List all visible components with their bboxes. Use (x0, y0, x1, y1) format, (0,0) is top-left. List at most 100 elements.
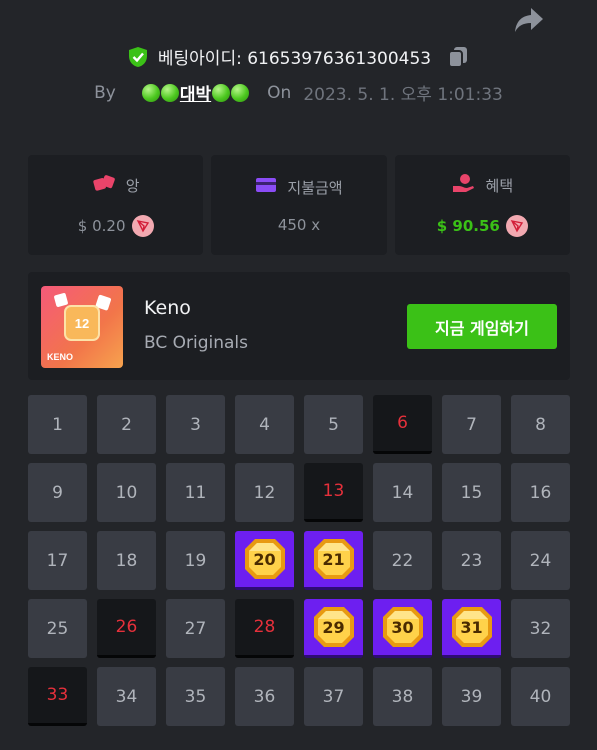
cell-number: 37 (322, 686, 345, 707)
cell-number: 11 (184, 482, 207, 503)
cell-number: 8 (535, 414, 546, 435)
keno-cell-20: 20 (235, 531, 294, 590)
cell-number: 34 (115, 686, 138, 707)
cell-number: 4 (259, 414, 270, 435)
cell-number: 30 (391, 617, 414, 637)
keno-cell-23: 23 (442, 531, 501, 590)
keno-cell-30: 30 (373, 599, 432, 658)
keno-cell-37: 37 (304, 667, 363, 726)
cell-number: 7 (466, 414, 477, 435)
stat-bet-amount: 앙 $ 0.20 (28, 155, 204, 255)
keno-cell-32: 32 (511, 599, 570, 658)
game-provider: BC Originals (144, 333, 249, 353)
keno-cell-14: 14 (373, 463, 432, 522)
keno-cell-34: 34 (97, 667, 156, 726)
green-ball-icon (212, 83, 231, 102)
stat-value: 450 x (277, 216, 321, 234)
keno-cell-22: 22 (373, 531, 432, 590)
keno-cell-16: 16 (511, 463, 570, 522)
bet-id-row: 베팅아이디: 61653976361300453 (0, 44, 597, 69)
cell-number: 10 (115, 482, 138, 503)
cell-number: 40 (529, 686, 552, 707)
username-link[interactable]: 대박 (141, 80, 250, 105)
thumb-number: 12 (75, 316, 89, 331)
cell-number: 20 (253, 549, 276, 569)
trx-coin-icon (505, 215, 528, 237)
keno-cell-25: 25 (28, 599, 87, 658)
gem-icon: 20 (243, 537, 287, 581)
keno-cell-26: 26 (97, 599, 156, 658)
stat-value: $ 0.20 (77, 217, 126, 235)
cell-number: 17 (46, 550, 69, 571)
cell-number: 22 (391, 550, 414, 571)
stat-label: 앙 (125, 176, 140, 195)
author-row: By 대박 On 2023. 5. 1. 오후 1:01:33 (0, 80, 597, 106)
keno-cell-35: 35 (166, 667, 225, 726)
keno-cell-5: 5 (304, 395, 363, 454)
cell-number: 12 (253, 482, 276, 503)
dice-icon (92, 173, 116, 197)
stat-label: 지불금액 (287, 178, 343, 197)
cell-number: 38 (391, 686, 414, 707)
keno-cell-15: 15 (442, 463, 501, 522)
cell-number: 21 (322, 549, 345, 569)
green-ball-icon (160, 83, 179, 102)
cell-number: 15 (460, 482, 483, 503)
keno-cell-7: 7 (442, 395, 501, 454)
keno-cell-28: 28 (235, 599, 294, 658)
keno-cell-21: 21 (304, 531, 363, 590)
keno-cell-8: 8 (511, 395, 570, 454)
keno-cell-13: 13 (304, 463, 363, 522)
keno-cell-19: 19 (166, 531, 225, 590)
cell-number: 33 (46, 685, 69, 705)
cell-number: 31 (460, 617, 483, 637)
green-ball-icon (141, 83, 160, 102)
cell-number: 16 (529, 482, 552, 503)
keno-cell-11: 11 (166, 463, 225, 522)
copy-icon[interactable] (447, 45, 469, 69)
keno-cell-29: 29 (304, 599, 363, 658)
gem-icon: 31 (450, 605, 494, 649)
play-now-button[interactable]: 지금 게임하기 (407, 304, 557, 349)
keno-cell-40: 40 (511, 667, 570, 726)
bet-id-label: 베팅아이디: 61653976361300453 (157, 49, 432, 69)
stat-label: 혜택 (485, 176, 514, 195)
game-title: Keno (144, 297, 191, 319)
cell-number: 3 (190, 414, 201, 435)
cell-number: 36 (253, 686, 276, 707)
gem-icon: 29 (312, 605, 356, 649)
keno-cell-27: 27 (166, 599, 225, 658)
keno-thumbnail[interactable]: 12 KENO (41, 286, 123, 368)
verified-shield-icon (128, 46, 148, 68)
bet-stats: 앙 $ 0.20 지불금액 450 x 혜택 $ 90.56 (28, 155, 570, 255)
cell-number: 24 (529, 550, 552, 571)
username-text: 대박 (179, 85, 212, 105)
green-ball-icon (231, 83, 250, 102)
keno-board: 1 2 3 4 5 6 7 8 9 10 11 12 13 14 15 16 17 18 19 20 21 22 23 24 2… (28, 395, 572, 726)
cell-number: 27 (184, 618, 207, 639)
stat-profit: 혜택 $ 90.56 (394, 155, 570, 255)
cell-number: 25 (46, 618, 69, 639)
stat-payout: 지불금액 450 x (211, 155, 387, 255)
cell-number: 6 (397, 413, 408, 433)
cell-number: 18 (115, 550, 138, 571)
cell-number: 1 (52, 414, 63, 435)
cell-number: 39 (460, 686, 483, 707)
keno-cell-6: 6 (373, 395, 432, 454)
keno-cell-18: 18 (97, 531, 156, 590)
card-icon (255, 176, 277, 198)
keno-cell-12: 12 (235, 463, 294, 522)
cell-number: 35 (184, 686, 207, 707)
trx-coin-icon (131, 215, 154, 237)
keno-cell-31: 31 (442, 599, 501, 658)
share-icon[interactable] (513, 6, 545, 34)
stat-value: $ 90.56 (436, 217, 500, 235)
by-label: By (94, 82, 116, 103)
gem-icon: 30 (381, 605, 425, 649)
cell-number: 9 (52, 482, 63, 503)
cell-number: 19 (184, 550, 207, 571)
cell-number: 13 (322, 481, 345, 501)
keno-cell-39: 39 (442, 667, 501, 726)
keno-cell-2: 2 (97, 395, 156, 454)
cell-number: 2 (121, 414, 132, 435)
